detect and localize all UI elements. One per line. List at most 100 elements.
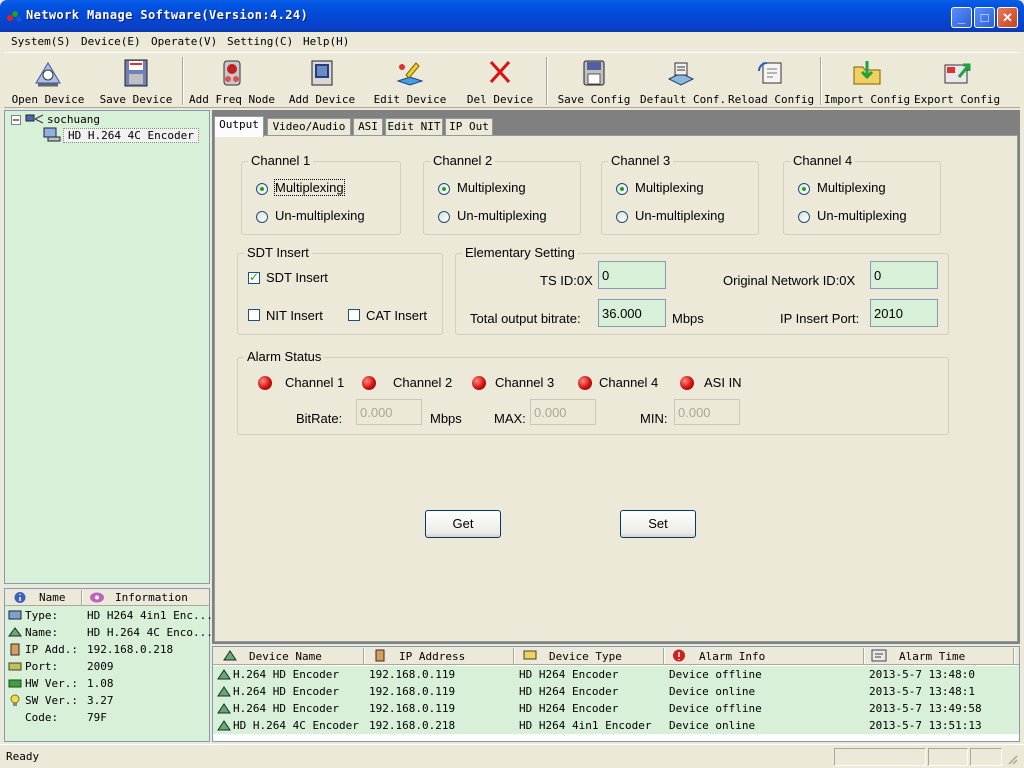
sdt-insert-label: SDT Insert bbox=[266, 270, 328, 285]
channel-2-group: Channel 2 Multiplexing Un-multiplexing bbox=[423, 153, 581, 235]
sdt-insert-checkbox[interactable] bbox=[248, 270, 260, 284]
radio-dot[interactable] bbox=[256, 211, 268, 223]
status-panel bbox=[928, 748, 968, 766]
alarm-bitrate-input bbox=[356, 399, 422, 425]
add-device-button[interactable]: Add Device bbox=[286, 55, 358, 106]
default-config-icon bbox=[667, 62, 695, 86]
device-icon bbox=[217, 703, 231, 714]
channel-4-group: Channel 4 Multiplexing Un-multiplexing bbox=[783, 153, 941, 235]
app-icon bbox=[7, 11, 22, 22]
cat-insert-checkbox[interactable] bbox=[348, 309, 360, 321]
col-alarm-info[interactable]: Alarm Info bbox=[699, 650, 765, 663]
alarm-info-icon bbox=[673, 649, 685, 662]
ts-id-input[interactable] bbox=[598, 261, 666, 289]
output-tab-content: Channel 1 Multiplexing Un-multiplexing C… bbox=[214, 135, 1018, 642]
ip-insert-port-input[interactable] bbox=[870, 299, 938, 327]
device-info-panel: Name Information Type: HD H264 4in1 Enc..… bbox=[4, 588, 213, 742]
col-alarm-time[interactable]: Alarm Time bbox=[899, 650, 965, 663]
asi-in-alarm-label: ASI IN bbox=[704, 375, 742, 390]
resize-grip-icon[interactable] bbox=[1006, 753, 1018, 765]
toolbar: Open Device Save Device Add Freq Node Ad… bbox=[4, 52, 1020, 108]
tab-asi[interactable]: ASI bbox=[353, 118, 383, 136]
alarm-max-input bbox=[530, 399, 596, 425]
del-device-button[interactable]: Del Device bbox=[462, 55, 538, 106]
collapse-icon[interactable] bbox=[11, 115, 21, 125]
device-row[interactable]: H.264 HD Encoder 192.168.0.119 HD H264 En… bbox=[213, 683, 1019, 700]
menu-setting[interactable]: Setting(C) bbox=[227, 35, 293, 48]
open-device-button[interactable]: Open Device bbox=[8, 55, 88, 106]
edit-device-button[interactable]: Edit Device bbox=[372, 55, 448, 106]
channel-4-alarm-led bbox=[578, 376, 592, 390]
radio-dot[interactable] bbox=[256, 183, 268, 195]
status-panel bbox=[834, 748, 926, 766]
tab-ip-out[interactable]: IP Out bbox=[445, 118, 493, 136]
add-freq-node-button[interactable]: Add Freq Node bbox=[188, 55, 276, 106]
device-row[interactable]: HD H.264 4C Encoder 192.168.0.218 HD H264… bbox=[213, 717, 1019, 734]
device-row[interactable]: H.264 HD Encoder 192.168.0.119 HD H264 En… bbox=[213, 666, 1019, 683]
col-ip-address[interactable]: IP Address bbox=[399, 650, 465, 663]
column-divider[interactable] bbox=[1013, 648, 1015, 664]
sdt-insert-group: SDT Insert SDT Insert NIT Insert CAT Ins… bbox=[237, 245, 443, 335]
radio-dot[interactable] bbox=[798, 211, 810, 223]
channel-2-alarm-led bbox=[362, 376, 376, 390]
channel-3-alarm-label: Channel 3 bbox=[495, 375, 555, 390]
maximize-button[interactable]: □ bbox=[974, 7, 995, 28]
radio-dot[interactable] bbox=[616, 211, 628, 223]
radio-dot[interactable] bbox=[438, 211, 450, 223]
alarm-status-title: Alarm Status bbox=[244, 349, 325, 364]
device-type-icon bbox=[523, 650, 537, 660]
tree-root-node[interactable]: sochuang bbox=[47, 113, 100, 126]
nit-insert-checkbox[interactable] bbox=[248, 309, 260, 321]
menu-help[interactable]: Help(H) bbox=[303, 35, 349, 48]
column-divider[interactable] bbox=[513, 648, 515, 664]
encoder-icon bbox=[43, 127, 61, 142]
column-divider[interactable] bbox=[363, 648, 365, 664]
default-config-button[interactable]: Default Conf. bbox=[640, 55, 726, 106]
get-button[interactable]: Get bbox=[425, 510, 501, 538]
title-bar: Network Manage Software(Version:4.24) _ … bbox=[0, 0, 1024, 32]
ip-icon bbox=[10, 643, 20, 656]
column-divider[interactable] bbox=[863, 648, 865, 664]
channel-1-title: Channel 1 bbox=[248, 153, 314, 168]
device-alarm-list: Device Name IP Address Device Type Alarm… bbox=[212, 646, 1020, 742]
menu-system[interactable]: System(S) bbox=[11, 35, 71, 48]
import-config-button[interactable]: Import Config bbox=[824, 55, 910, 106]
close-button[interactable]: ✕ bbox=[997, 7, 1018, 28]
total-output-bitrate-input[interactable] bbox=[598, 299, 666, 327]
radio-dot[interactable] bbox=[438, 183, 450, 195]
minimize-button[interactable]: _ bbox=[951, 7, 972, 28]
tab-video-audio[interactable]: Video/Audio bbox=[267, 118, 351, 136]
col-device-name[interactable]: Device Name bbox=[249, 650, 322, 663]
tab-output[interactable]: Output bbox=[214, 116, 264, 137]
cat-insert-label: CAT Insert bbox=[366, 308, 427, 323]
info-col-information[interactable]: Information bbox=[115, 591, 188, 604]
edit-device-icon bbox=[396, 62, 424, 86]
port-icon bbox=[8, 662, 22, 671]
reload-config-button[interactable]: Reload Config bbox=[728, 55, 814, 106]
toolbar-separator bbox=[546, 57, 548, 105]
save-config-button[interactable]: Save Config bbox=[554, 55, 634, 106]
tab-edit-nit[interactable]: Edit NIT bbox=[385, 118, 443, 136]
save-device-icon bbox=[124, 59, 148, 87]
col-device-type[interactable]: Device Type bbox=[549, 650, 622, 663]
import-config-icon bbox=[853, 61, 881, 85]
info-row-hw-ver: HW Ver.: 1.08 bbox=[5, 675, 209, 692]
info-col-name[interactable]: Name bbox=[39, 591, 66, 604]
column-divider[interactable] bbox=[663, 648, 665, 664]
radio-dot[interactable] bbox=[616, 183, 628, 195]
tree-device-node[interactable]: HD H.264 4C Encoder bbox=[63, 128, 199, 143]
menu-operate[interactable]: Operate(V) bbox=[151, 35, 217, 48]
menu-device[interactable]: Device(E) bbox=[81, 35, 141, 48]
radio-dot[interactable] bbox=[798, 183, 810, 195]
device-icon bbox=[217, 669, 231, 680]
set-button[interactable]: Set bbox=[620, 510, 696, 538]
save-device-button[interactable]: Save Device bbox=[96, 55, 176, 106]
network-icon bbox=[25, 114, 44, 124]
info-row-code: Code: 79F bbox=[25, 711, 107, 724]
info-row-type: Type: HD H264 4in1 Enc... bbox=[5, 607, 213, 624]
column-divider[interactable] bbox=[81, 590, 83, 605]
info-row-sw-ver: SW Ver.: 3.27 bbox=[5, 692, 209, 709]
export-config-button[interactable]: Export Config bbox=[914, 55, 1000, 106]
device-row[interactable]: H.264 HD Encoder 192.168.0.119 HD H264 En… bbox=[213, 700, 1019, 717]
original-network-id-input[interactable] bbox=[870, 261, 938, 289]
